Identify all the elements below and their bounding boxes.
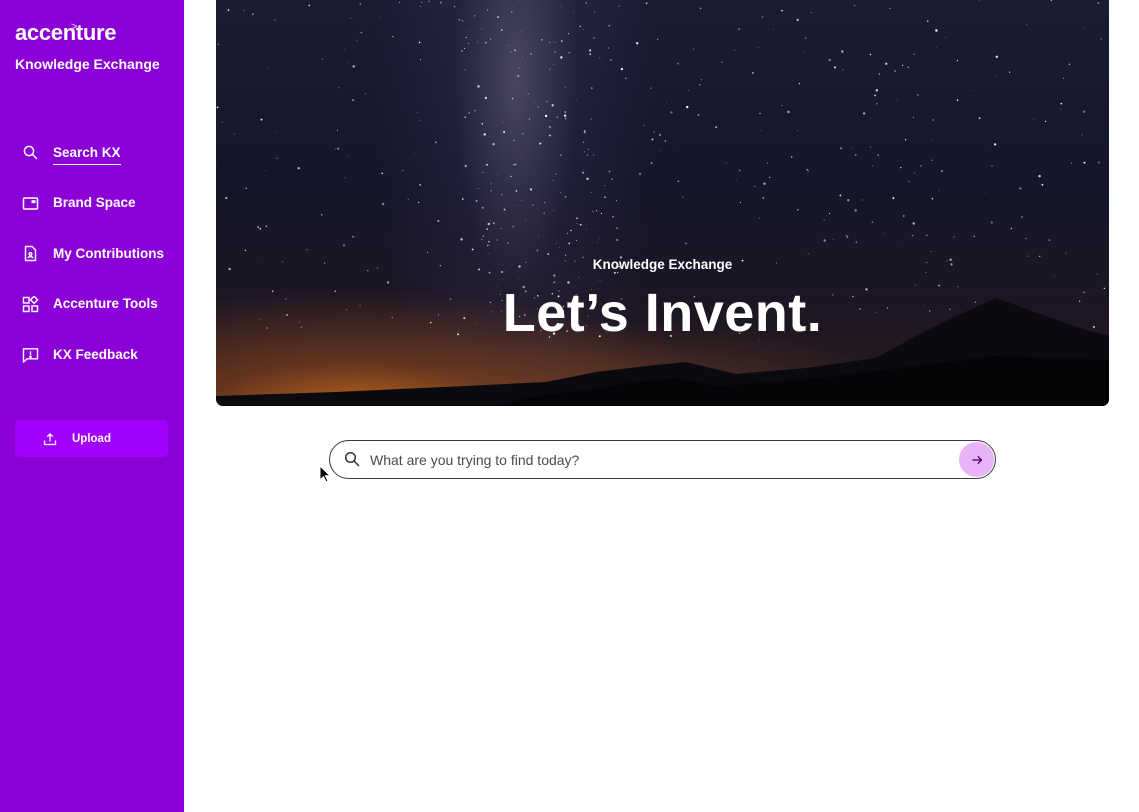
search-submit-button[interactable] [959, 442, 994, 477]
sidebar-item-label: Brand Space [53, 195, 136, 211]
search-bar [329, 440, 996, 479]
browser-window-icon [22, 195, 39, 212]
sidebar-item-kx-feedback[interactable]: KX Feedback [0, 330, 184, 381]
feedback-icon [22, 347, 39, 364]
accenture-logo[interactable]: accenture > [15, 20, 117, 46]
upload-icon [43, 432, 57, 446]
apps-grid-icon [22, 295, 39, 313]
upload-button[interactable]: Upload [15, 420, 168, 457]
sidebar-item-label: Search KX [53, 144, 121, 165]
sidebar-item-brand-space[interactable]: Brand Space [0, 178, 184, 229]
sidebar-item-label: My Contributions [53, 245, 164, 261]
search-input[interactable] [368, 447, 948, 472]
upload-label: Upload [72, 432, 111, 445]
hero-kicker: Knowledge Exchange [592, 257, 733, 272]
sidebar-item-label: KX Feedback [53, 347, 138, 363]
hero-title: Let’s Invent. [502, 283, 823, 343]
app-subtitle: Knowledge Exchange [15, 56, 160, 72]
arrow-right-icon [971, 454, 983, 466]
logo-text: accenture [15, 20, 117, 45]
sidebar-item-accenture-tools[interactable]: Accenture Tools [0, 279, 184, 330]
hero-banner: Knowledge Exchange Let’s Invent. [216, 0, 1109, 406]
sidebar-item-search-kx[interactable]: Search KX [0, 127, 184, 178]
document-user-icon [22, 245, 39, 262]
sidebar-nav: Search KX Brand Space My Contributions A… [0, 127, 184, 380]
search-icon [22, 144, 39, 161]
logo-mark: > [71, 21, 78, 33]
mouse-pointer-icon [319, 465, 331, 483]
sidebar-item-my-contributions[interactable]: My Contributions [0, 228, 184, 279]
search-icon [344, 451, 360, 467]
sidebar: accenture > Knowledge Exchange Search KX… [0, 0, 184, 812]
sidebar-item-label: Accenture Tools [53, 296, 158, 312]
